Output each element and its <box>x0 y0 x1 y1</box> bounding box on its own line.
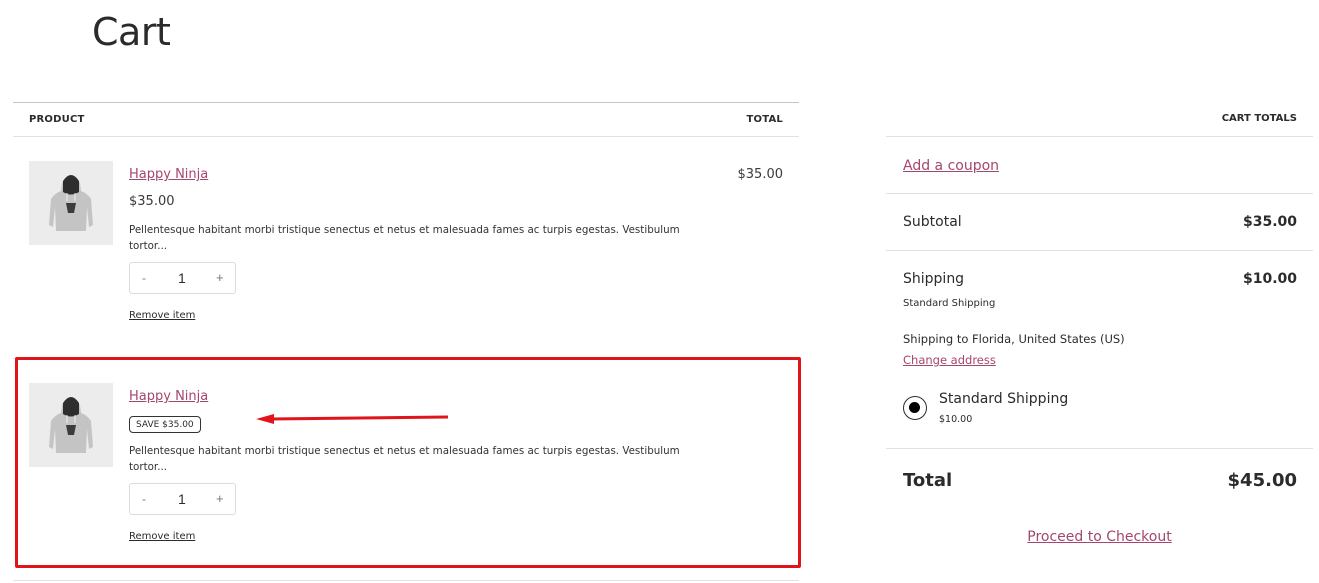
cart-totals-header: CART TOTALS <box>886 102 1313 137</box>
shipping-row: Shipping $10.00 Standard Shipping Shippi… <box>886 251 1313 449</box>
total-value: $45.00 <box>1227 470 1297 491</box>
coupon-row: Add a coupon <box>886 137 1313 194</box>
page-title: Cart <box>92 10 171 54</box>
product-description: Pellentesque habitant morbi tristique se… <box>129 224 680 252</box>
remove-item-link[interactable]: Remove item <box>129 310 195 321</box>
subtotal-row: Subtotal $35.00 <box>886 194 1313 251</box>
add-coupon-link[interactable]: Add a coupon <box>903 158 999 174</box>
quantity-decrease-button[interactable]: - <box>142 492 146 506</box>
product-thumbnail[interactable] <box>29 161 113 245</box>
cart-item: Happy Ninja SAVE $35.00 Pellentesque hab… <box>13 359 799 581</box>
shipping-destination: Shipping to Florida, United States (US) <box>903 332 1125 346</box>
subtotal-value: $35.00 <box>1242 214 1297 230</box>
quantity-input[interactable]: 1 <box>178 491 186 507</box>
quantity-increase-button[interactable]: + <box>216 491 224 506</box>
total-label: Total <box>903 470 953 491</box>
product-price: $35.00 <box>129 194 175 209</box>
shipping-method: Standard Shipping <box>903 298 996 309</box>
shipping-option-price: $10.00 <box>939 414 973 425</box>
quantity-decrease-button[interactable]: - <box>142 271 146 285</box>
shipping-option-label[interactable]: Standard Shipping <box>939 391 1068 407</box>
checkout-container: Proceed to Checkout <box>886 526 1313 545</box>
change-address-link[interactable]: Change address <box>903 353 996 367</box>
cart-table: PRODUCT TOTAL Happy Ninja $35.00 Pellent… <box>13 102 799 581</box>
hoodie-image-icon <box>29 383 113 467</box>
cart-table-header: PRODUCT TOTAL <box>13 102 799 137</box>
product-description: Pellentesque habitant morbi tristique se… <box>129 445 680 473</box>
quantity-stepper: - 1 + <box>129 262 236 294</box>
subtotal-label: Subtotal <box>903 214 962 230</box>
save-badge: SAVE $35.00 <box>129 416 201 433</box>
hoodie-image-icon <box>29 161 113 245</box>
total-column-header: TOTAL <box>746 114 783 125</box>
quantity-stepper: - 1 + <box>129 483 236 515</box>
product-name-link[interactable]: Happy Ninja <box>129 167 208 182</box>
total-row: Total $45.00 <box>886 449 1313 513</box>
shipping-label: Shipping <box>903 271 965 287</box>
proceed-to-checkout-link[interactable]: Proceed to Checkout <box>1027 529 1171 545</box>
remove-item-link[interactable]: Remove item <box>129 531 195 542</box>
product-thumbnail[interactable] <box>29 383 113 467</box>
cart-totals: CART TOTALS Add a coupon Subtotal $35.00… <box>886 102 1313 513</box>
cart-item-details: Happy Ninja SAVE $35.00 Pellentesque hab… <box>129 385 689 543</box>
quantity-input[interactable]: 1 <box>178 270 186 286</box>
product-name-link[interactable]: Happy Ninja <box>129 389 208 404</box>
cart-totals-title: CART TOTALS <box>1221 113 1297 124</box>
shipping-option-radio[interactable] <box>903 396 927 420</box>
shipping-value: $10.00 <box>1242 271 1297 287</box>
product-column-header: PRODUCT <box>29 114 85 125</box>
quantity-increase-button[interactable]: + <box>216 270 224 285</box>
line-total: $35.00 <box>737 167 784 182</box>
cart-item: Happy Ninja $35.00 Pellentesque habitant… <box>13 137 799 359</box>
cart-item-details: Happy Ninja $35.00 Pellentesque habitant… <box>129 163 689 322</box>
